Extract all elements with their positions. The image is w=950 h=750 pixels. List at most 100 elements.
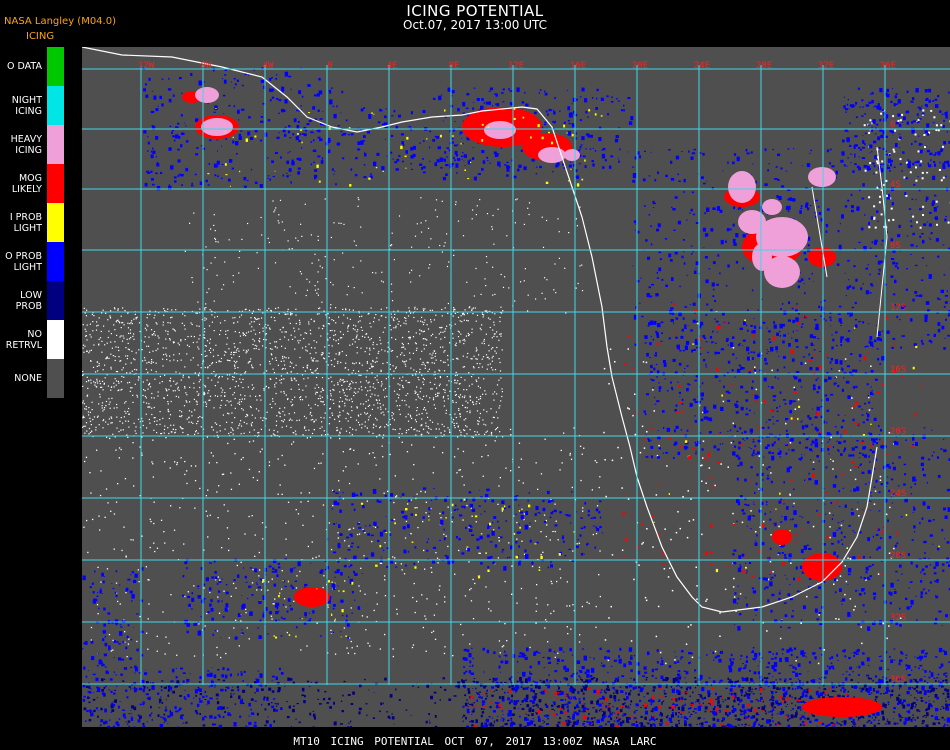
no-retrieval-speck	[398, 409, 400, 411]
legend-item: HEAVY ICING	[0, 125, 64, 164]
light-icing-cell	[205, 179, 208, 183]
light-icing-cell	[233, 78, 236, 80]
no-retrieval-speck	[485, 431, 487, 433]
no-retrieval-speck	[231, 412, 233, 414]
no-retrieval-speck	[135, 317, 137, 319]
no-retrieval-speck	[94, 382, 96, 384]
no-retrieval-speck	[496, 384, 499, 386]
low-prob-cell	[733, 698, 736, 701]
no-retrieval-speck	[434, 407, 437, 409]
no-retrieval-speck	[211, 321, 213, 323]
no-retrieval-speck	[244, 372, 246, 374]
no-retrieval-speck	[180, 340, 182, 342]
no-retrieval-speck	[405, 360, 407, 362]
no-retrieval-speck	[96, 604, 99, 606]
no-retrieval-speck	[226, 400, 228, 402]
low-prob-cell	[250, 698, 254, 701]
no-retrieval-speck	[458, 469, 460, 471]
light-icing-cell	[267, 119, 271, 122]
light-icing-cell	[233, 105, 236, 108]
no-retrieval-speck	[216, 462, 218, 464]
low-prob-cell	[702, 702, 704, 705]
light-icing-cell	[358, 127, 359, 129]
no-retrieval-speck	[116, 416, 118, 418]
no-retrieval-speck	[288, 248, 290, 250]
no-retrieval-speck	[348, 545, 350, 547]
no-retrieval-speck	[120, 429, 122, 431]
no-retrieval-speck	[724, 588, 727, 591]
no-retrieval-speck	[582, 507, 584, 509]
low-prob-cell	[857, 682, 860, 684]
no-retrieval-speck	[101, 407, 103, 409]
no-retrieval-speck	[299, 339, 301, 342]
no-retrieval-speck	[193, 336, 195, 338]
no-retrieval-speck	[163, 397, 165, 399]
no-retrieval-speck	[127, 312, 129, 314]
no-retrieval-speck	[170, 317, 172, 319]
no-retrieval-speck	[289, 365, 291, 367]
low-prob-cell	[692, 710, 695, 713]
no-retrieval-speck	[83, 307, 85, 309]
no-retrieval-speck	[846, 547, 848, 549]
no-retrieval-speck	[447, 395, 449, 397]
no-retrieval-speck	[476, 205, 478, 207]
no-retrieval-speck	[211, 426, 213, 428]
no-retrieval-speck	[423, 383, 425, 386]
low-prob-cell	[737, 680, 739, 683]
no-retrieval-speck	[646, 528, 648, 530]
no-retrieval-speck	[100, 470, 102, 472]
low-prob-cell	[569, 721, 572, 723]
no-retrieval-speck	[269, 378, 271, 380]
no-retrieval-speck	[227, 510, 229, 512]
no-retrieval-speck	[356, 352, 358, 354]
no-retrieval-speck	[501, 349, 503, 351]
no-retrieval-speck	[409, 338, 411, 340]
low-prob-cell	[590, 700, 594, 705]
no-retrieval-speck	[516, 602, 518, 604]
low-prob-cell	[866, 721, 869, 723]
no-retrieval-speck	[384, 387, 387, 390]
no-retrieval-speck	[415, 371, 418, 373]
light-icing-cell	[259, 184, 263, 188]
light-icing-cell	[248, 74, 250, 76]
no-retrieval-speck	[93, 416, 96, 418]
no-retrieval-speck	[89, 334, 91, 336]
no-retrieval-speck	[603, 367, 606, 370]
no-retrieval-speck	[754, 531, 757, 533]
low-prob-cell	[668, 706, 672, 709]
no-retrieval-speck	[266, 370, 268, 372]
no-retrieval-speck	[146, 317, 148, 319]
low-prob-cell	[902, 704, 906, 709]
low-prob-cell	[840, 685, 842, 687]
low-prob-cell	[547, 718, 549, 720]
no-retrieval-speck	[409, 272, 411, 274]
no-retrieval-speck	[193, 212, 195, 214]
no-retrieval-speck	[456, 374, 458, 376]
no-retrieval-speck	[366, 427, 368, 429]
no-retrieval-speck	[216, 423, 218, 425]
no-retrieval-speck	[129, 332, 132, 334]
no-retrieval-speck	[301, 399, 304, 401]
no-retrieval-speck	[333, 334, 335, 337]
no-retrieval-speck	[395, 496, 397, 498]
light-icing-cell	[313, 94, 318, 97]
no-retrieval-speck	[356, 336, 358, 338]
no-retrieval-speck	[404, 361, 406, 363]
no-retrieval-speck	[275, 357, 277, 359]
no-retrieval-speck	[238, 424, 240, 427]
no-retrieval-speck	[435, 336, 437, 339]
light-icing-cell	[225, 138, 227, 140]
no-retrieval-speck	[645, 599, 648, 602]
no-retrieval-speck	[463, 343, 465, 345]
no-retrieval-speck	[134, 359, 136, 361]
no-retrieval-speck	[466, 426, 468, 428]
no-retrieval-speck	[169, 338, 171, 340]
low-prob-cell	[914, 725, 917, 728]
light-icing-cell	[296, 109, 299, 112]
no-retrieval-speck	[232, 582, 235, 585]
low-prob-cell	[267, 703, 270, 706]
no-retrieval-speck	[346, 294, 348, 296]
no-retrieval-speck	[455, 357, 458, 360]
low-prob-cell	[596, 700, 599, 704]
no-retrieval-speck	[253, 321, 255, 323]
